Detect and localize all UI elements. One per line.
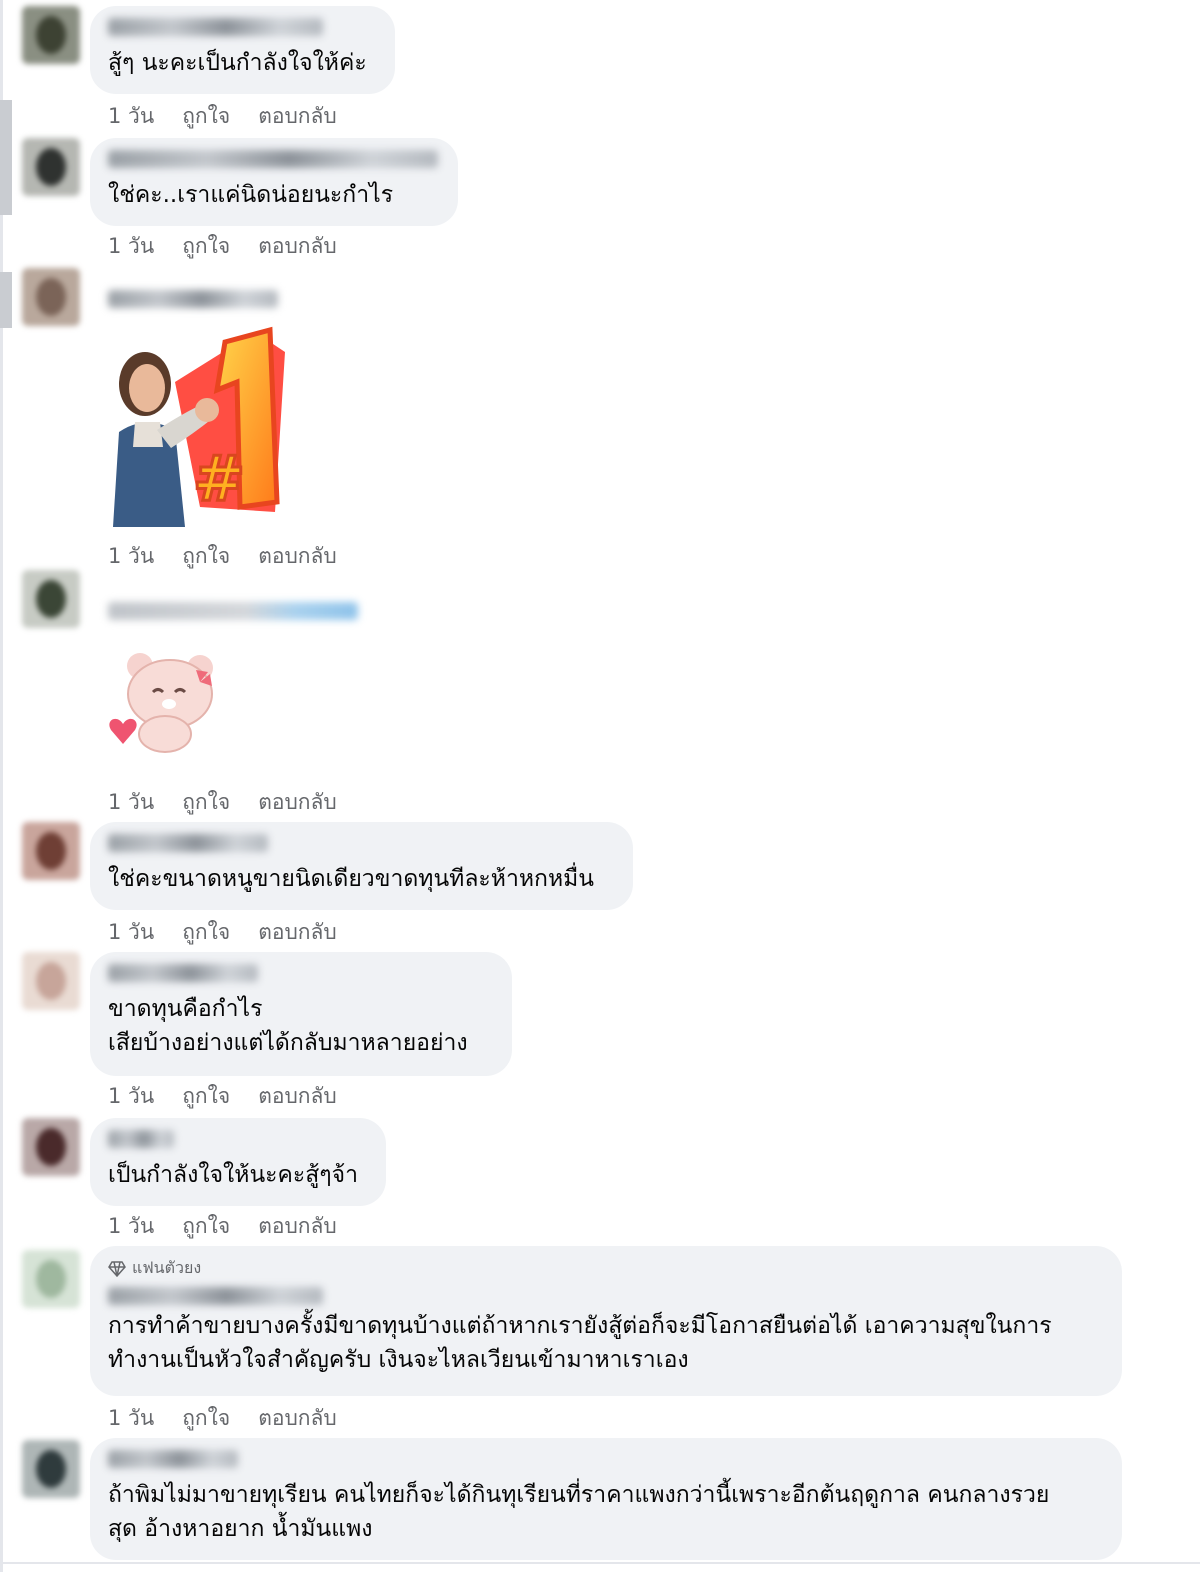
- like-button[interactable]: ถูกใจ: [182, 540, 230, 573]
- svg-text:#: #: [193, 442, 245, 515]
- comment-actions: 1 วัน ถูกใจ ตอบกลับ: [108, 540, 337, 573]
- reply-button[interactable]: ตอบกลับ: [258, 916, 337, 949]
- like-button[interactable]: ถูกใจ: [182, 786, 230, 819]
- left-thread-rail: [0, 0, 3, 1572]
- avatar[interactable]: [22, 570, 80, 628]
- avatar[interactable]: [22, 822, 80, 880]
- comment-time[interactable]: 1 วัน: [108, 540, 154, 573]
- commenter-name[interactable]: [108, 290, 278, 308]
- commenter-name[interactable]: [108, 18, 323, 36]
- comment-actions: 1 วัน ถูกใจ ตอบกลับ: [108, 1210, 337, 1243]
- commenter-name[interactable]: [108, 150, 438, 168]
- avatar[interactable]: [22, 1440, 80, 1498]
- comment-bubble: ใช่คะขนาดหนูขายนิดเดียวขาดทุนทีละห้าหกหม…: [90, 822, 633, 910]
- comment-bubble: ถ้าพิมไม่มาขายทุเรียน คนไทยก็จะได้กินทุเ…: [90, 1438, 1122, 1560]
- comment-text: ใช่คะขนาดหนูขายนิดเดียวขาดทุนทีละห้าหกหม…: [108, 866, 594, 892]
- comment-text: ใช่คะ..เราแค่นิดน่อยนะกำไร: [108, 182, 394, 208]
- comment-bubble: สู้ๆ นะคะเป็นกำลังใจให้ค่ะ: [90, 6, 395, 94]
- commenter-name[interactable]: [108, 1450, 238, 1468]
- rail-marker: [0, 100, 12, 215]
- reply-button[interactable]: ตอบกลับ: [258, 1402, 337, 1435]
- avatar[interactable]: [22, 952, 80, 1010]
- comment-actions: 1 วัน ถูกใจ ตอบกลับ: [108, 1402, 337, 1435]
- top-fan-badge: แฟนตัวยง: [108, 1256, 1104, 1281]
- commenter-name[interactable]: [108, 602, 358, 620]
- avatar[interactable]: [22, 138, 80, 196]
- like-button[interactable]: ถูกใจ: [182, 230, 230, 263]
- like-button[interactable]: ถูกใจ: [182, 100, 230, 133]
- comment-text: ถ้าพิมไม่มาขายทุเรียน คนไทยก็จะได้กินทุเ…: [108, 1482, 1050, 1542]
- comment-text: ขาดทุนคือกำไร เสียบ้างอย่างแต่ได้กลับมาห…: [108, 996, 468, 1056]
- comment-time[interactable]: 1 วัน: [108, 1080, 154, 1113]
- reply-button[interactable]: ตอบกลับ: [258, 1080, 337, 1113]
- like-button[interactable]: ถูกใจ: [182, 1080, 230, 1113]
- comment-time[interactable]: 1 วัน: [108, 786, 154, 819]
- comment-actions: 1 วัน ถูกใจ ตอบกลับ: [108, 916, 337, 949]
- commenter-name[interactable]: [108, 834, 268, 852]
- avatar[interactable]: [22, 6, 80, 64]
- commenter-name[interactable]: [108, 964, 258, 982]
- like-button[interactable]: ถูกใจ: [182, 1210, 230, 1243]
- reply-button[interactable]: ตอบกลับ: [258, 230, 337, 263]
- comment-bubble: เป็นกำลังใจให้นะคะสู้ๆจ้า: [90, 1118, 386, 1206]
- comment-bubble: ขาดทุนคือกำไร เสียบ้างอย่างแต่ได้กลับมาห…: [90, 952, 512, 1076]
- comment-text: สู้ๆ นะคะเป็นกำลังใจให้ค่ะ: [108, 50, 367, 76]
- rail-marker: [0, 272, 12, 328]
- reply-button[interactable]: ตอบกลับ: [258, 100, 337, 133]
- comment-actions: 1 วัน ถูกใจ ตอบกลับ: [108, 1080, 337, 1113]
- comment-time[interactable]: 1 วัน: [108, 916, 154, 949]
- avatar[interactable]: [22, 268, 80, 326]
- comment-actions: 1 วัน ถูกใจ ตอบกลับ: [108, 786, 337, 819]
- comment-time[interactable]: 1 วัน: [108, 230, 154, 263]
- avatar[interactable]: [22, 1118, 80, 1176]
- diamond-icon: [108, 1260, 126, 1277]
- thumbs-up-number-one-sticker[interactable]: #: [105, 322, 295, 532]
- reply-button[interactable]: ตอบกลับ: [258, 1210, 337, 1243]
- like-button[interactable]: ถูกใจ: [182, 916, 230, 949]
- comment-text: การทำค้าขายบางครั้งมีขาดทุนบ้างแต่ถ้าหาก…: [108, 1313, 1052, 1373]
- comment-bubble: แฟนตัวยง การทำค้าขายบางครั้งมีขาดทุนบ้าง…: [90, 1246, 1122, 1396]
- comment-time[interactable]: 1 วัน: [108, 1210, 154, 1243]
- comment-time[interactable]: 1 วัน: [108, 100, 154, 133]
- top-fan-label: แฟนตัวยง: [132, 1258, 202, 1277]
- commenter-name[interactable]: [108, 1287, 323, 1305]
- comment-text: เป็นกำลังใจให้นะคะสู้ๆจ้า: [108, 1162, 359, 1188]
- divider: [0, 1562, 1200, 1564]
- pink-bear-heart-sticker[interactable]: [105, 652, 230, 757]
- comment-actions: 1 วัน ถูกใจ ตอบกลับ: [108, 100, 337, 133]
- commenter-name[interactable]: [108, 1130, 174, 1148]
- avatar[interactable]: [22, 1250, 80, 1308]
- reply-button[interactable]: ตอบกลับ: [258, 540, 337, 573]
- comment-time[interactable]: 1 วัน: [108, 1402, 154, 1435]
- like-button[interactable]: ถูกใจ: [182, 1402, 230, 1435]
- reply-button[interactable]: ตอบกลับ: [258, 786, 337, 819]
- comment-actions: 1 วัน ถูกใจ ตอบกลับ: [108, 230, 337, 263]
- comment-bubble: ใช่คะ..เราแค่นิดน่อยนะกำไร: [90, 138, 458, 226]
